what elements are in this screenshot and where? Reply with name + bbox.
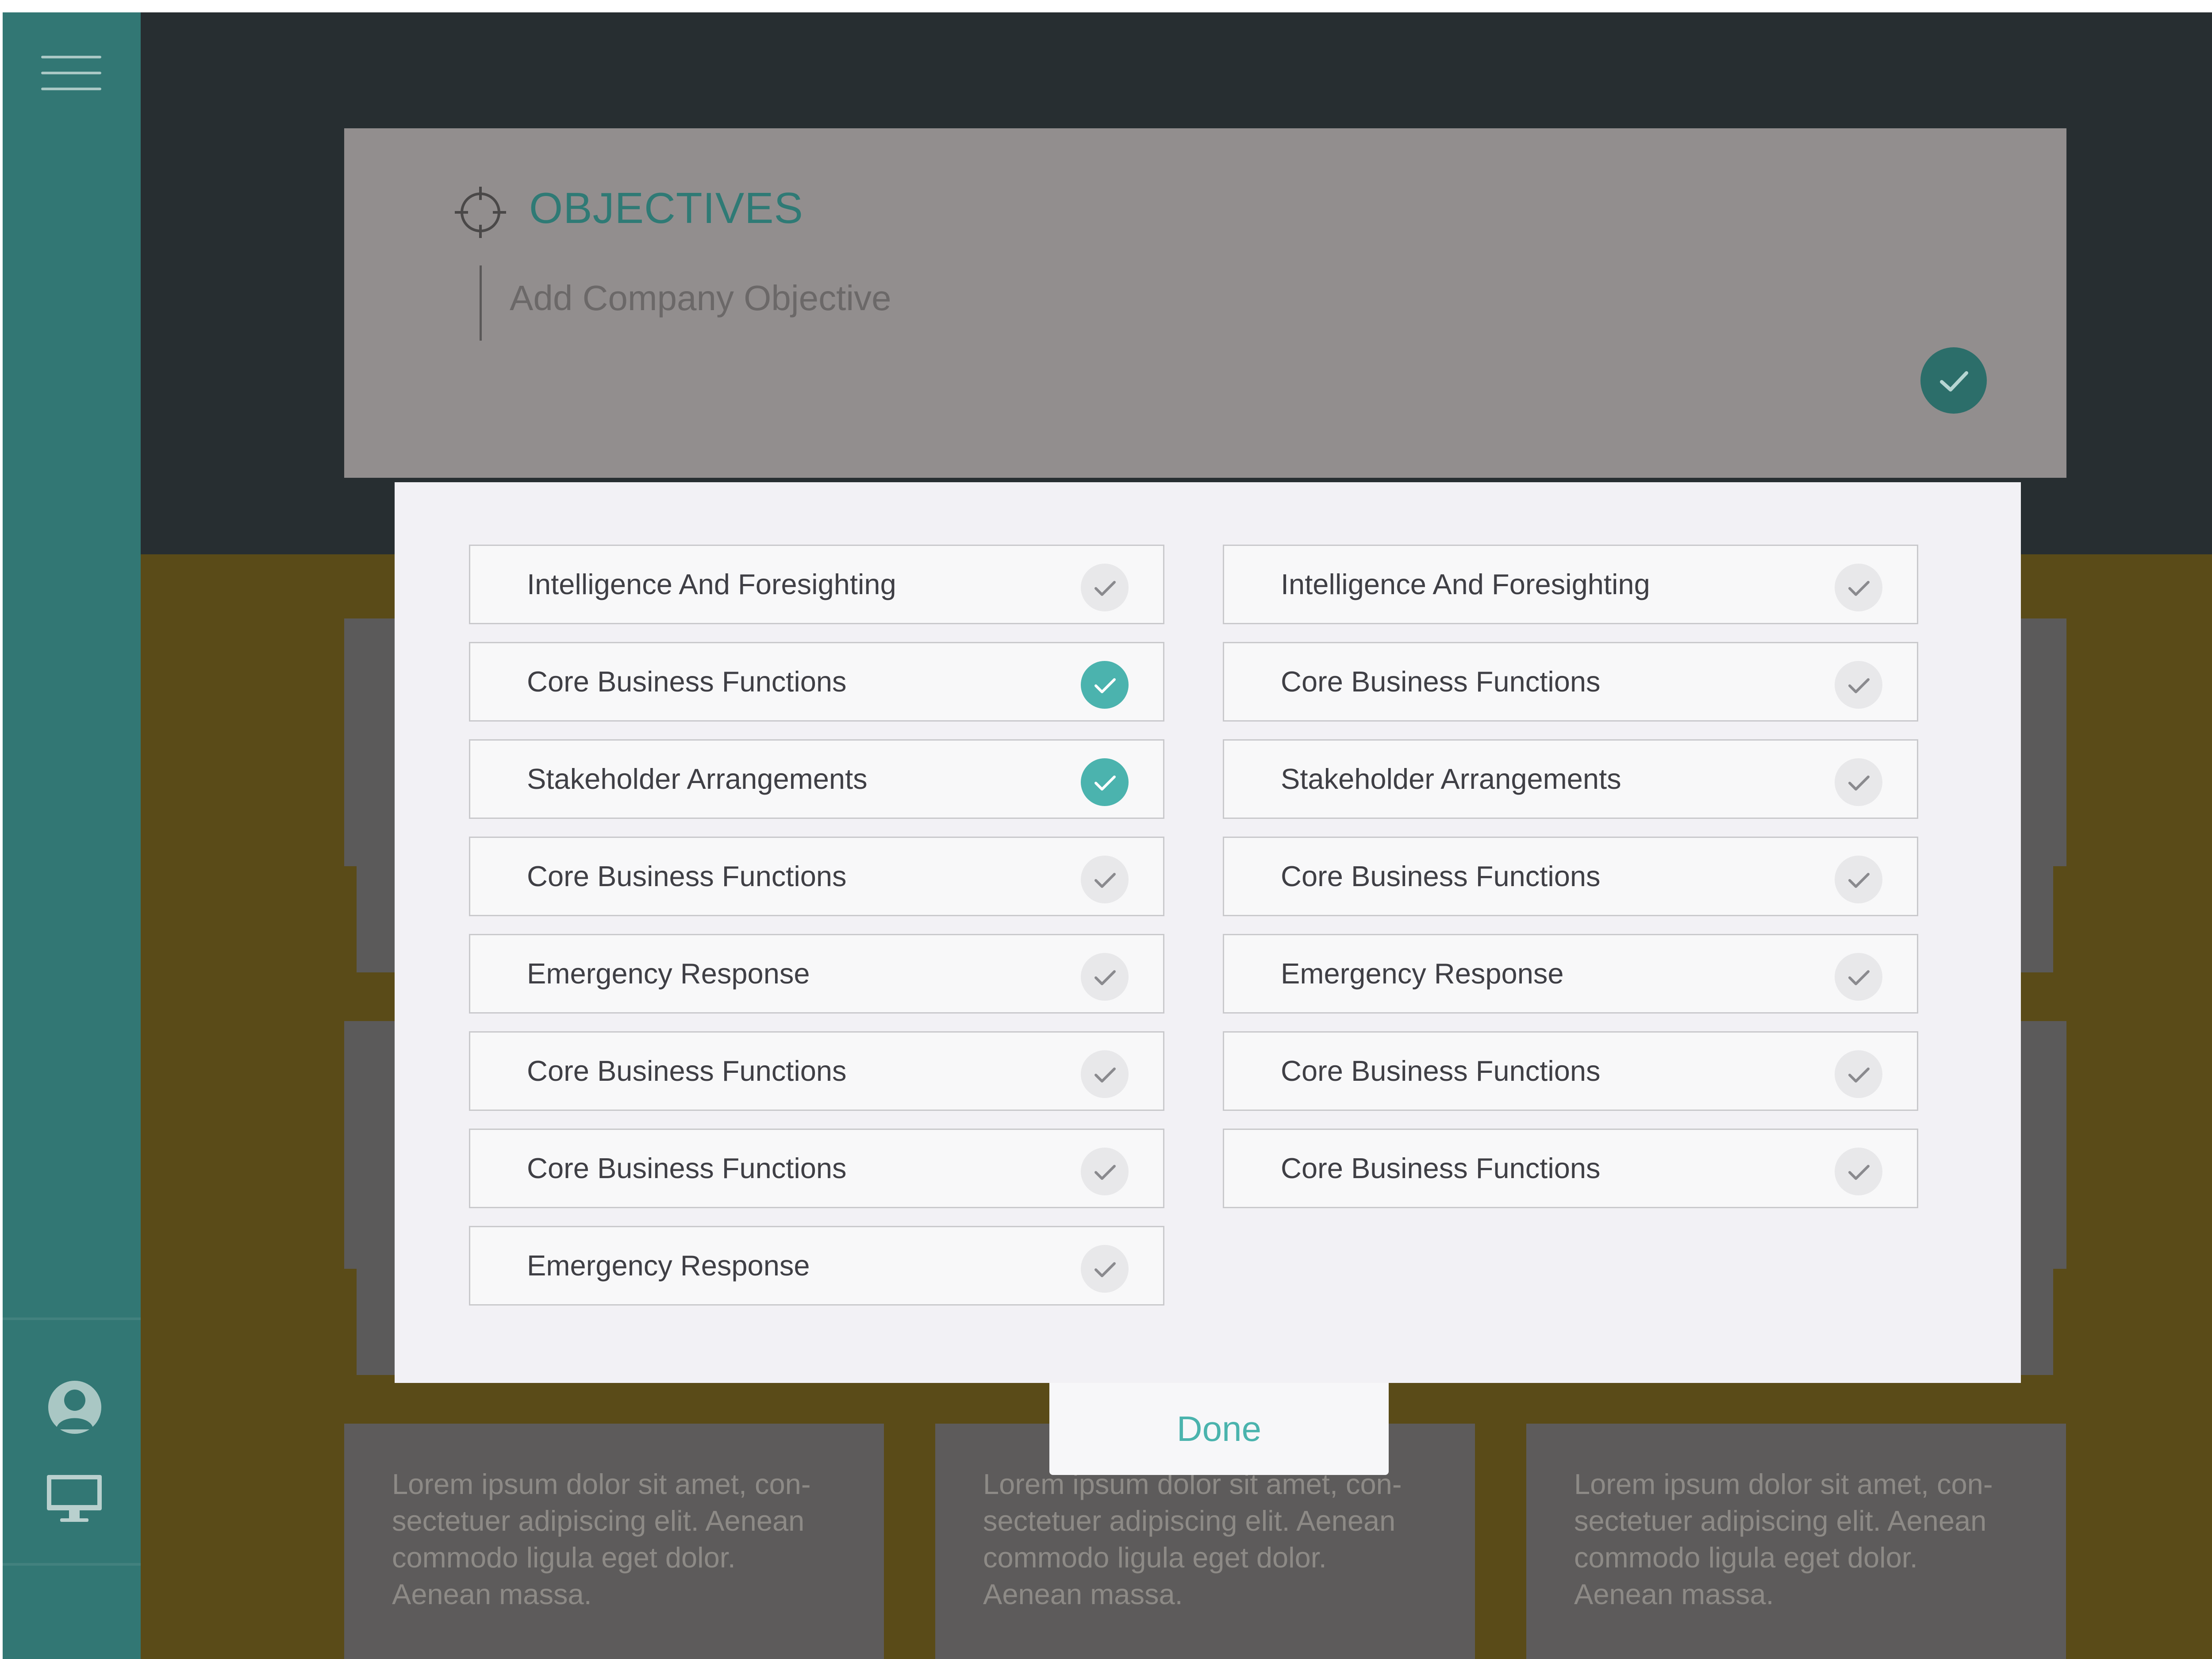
checked-check-icon[interactable] <box>1081 661 1129 709</box>
text-cursor <box>480 265 482 341</box>
unchecked-check-icon[interactable] <box>1835 1050 1882 1098</box>
option-item[interactable]: Core Business Functions <box>469 642 1164 722</box>
option-label: Core Business Functions <box>527 665 847 698</box>
option-item[interactable]: Intelligence And Foresighting <box>1223 545 1918 624</box>
card-text: Lorem ipsum dolor sit amet, con-sectetue… <box>1574 1468 1993 1610</box>
option-label: Emergency Response <box>527 957 810 990</box>
check-icon <box>1940 371 1968 392</box>
objectives-panel: OBJECTIVES Add Company Objective <box>344 128 2066 478</box>
sidebar-divider <box>3 1317 141 1320</box>
sidebar-divider <box>3 1563 141 1566</box>
content-card[interactable]: Lorem ipsum dolor sit amet, con-sectetue… <box>344 1424 884 1659</box>
option-item[interactable]: Core Business Functions <box>469 837 1164 916</box>
option-item[interactable]: Core Business Functions <box>469 1129 1164 1208</box>
background-card <box>2018 618 2066 866</box>
app-frame: Lorem ipsum dolor sit amet, con-sectetue… <box>3 12 2212 1659</box>
selection-modal: Intelligence And Foresighting Core Busine… <box>395 482 2021 1383</box>
unchecked-check-icon[interactable] <box>1081 856 1129 903</box>
unchecked-check-icon[interactable] <box>1835 953 1882 1001</box>
background-card <box>2018 1021 2066 1269</box>
checked-check-icon[interactable] <box>1081 758 1129 806</box>
unchecked-check-icon[interactable] <box>1835 1148 1882 1195</box>
option-label: Intelligence And Foresighting <box>527 568 896 600</box>
confirm-objective-button[interactable] <box>1920 347 1987 414</box>
option-label: Core Business Functions <box>527 1055 847 1087</box>
option-item[interactable]: Stakeholder Arrangements <box>469 739 1164 819</box>
unchecked-check-icon[interactable] <box>1081 564 1129 611</box>
option-item[interactable]: Core Business Functions <box>1223 837 1918 916</box>
user-icon[interactable] <box>45 1377 105 1437</box>
company-objective-input[interactable]: Add Company Objective <box>510 278 891 319</box>
option-label: Core Business Functions <box>527 1152 847 1184</box>
option-label: Core Business Functions <box>527 860 847 892</box>
unchecked-check-icon[interactable] <box>1835 758 1882 806</box>
target-icon <box>455 187 506 238</box>
hamburger-menu-icon[interactable] <box>41 56 101 98</box>
unchecked-check-icon[interactable] <box>1835 661 1882 709</box>
sidebar <box>3 12 141 1659</box>
option-label: Emergency Response <box>1281 957 1564 990</box>
done-label: Done <box>1176 1409 1262 1448</box>
unchecked-check-icon[interactable] <box>1081 1148 1129 1195</box>
option-item[interactable]: Core Business Functions <box>1223 642 1918 722</box>
done-button[interactable]: Done <box>1049 1383 1389 1475</box>
option-label: Core Business Functions <box>1281 1152 1601 1184</box>
option-item[interactable]: Core Business Functions <box>1223 1031 1918 1111</box>
card-text: Lorem ipsum dolor sit amet, con-sectetue… <box>983 1468 1402 1610</box>
option-item[interactable]: Emergency Response <box>469 934 1164 1014</box>
option-item[interactable]: Core Business Functions <box>1223 1129 1918 1208</box>
option-label: Intelligence And Foresighting <box>1281 568 1650 600</box>
unchecked-check-icon[interactable] <box>1835 564 1882 611</box>
card-text: Lorem ipsum dolor sit amet, con-sectetue… <box>392 1468 811 1610</box>
option-label: Stakeholder Arrangements <box>1281 763 1621 795</box>
unchecked-check-icon[interactable] <box>1835 856 1882 903</box>
option-label: Core Business Functions <box>1281 860 1601 892</box>
option-item[interactable]: Emergency Response <box>1223 934 1918 1014</box>
option-item[interactable]: Core Business Functions <box>469 1031 1164 1111</box>
unchecked-check-icon[interactable] <box>1081 1050 1129 1098</box>
unchecked-check-icon[interactable] <box>1081 1245 1129 1293</box>
unchecked-check-icon[interactable] <box>1081 953 1129 1001</box>
content-card[interactable]: Lorem ipsum dolor sit amet, con-sectetue… <box>1526 1424 2066 1659</box>
option-label: Core Business Functions <box>1281 665 1601 698</box>
option-label: Core Business Functions <box>1281 1055 1601 1087</box>
monitor-icon[interactable] <box>43 1472 105 1525</box>
option-item[interactable]: Emergency Response <box>469 1226 1164 1306</box>
option-label: Emergency Response <box>527 1249 810 1282</box>
option-label: Stakeholder Arrangements <box>527 763 868 795</box>
option-item[interactable]: Intelligence And Foresighting <box>469 545 1164 624</box>
objectives-title: OBJECTIVES <box>529 184 803 232</box>
option-item[interactable]: Stakeholder Arrangements <box>1223 739 1918 819</box>
background-card <box>2018 1269 2053 1375</box>
background-card <box>2018 866 2053 972</box>
